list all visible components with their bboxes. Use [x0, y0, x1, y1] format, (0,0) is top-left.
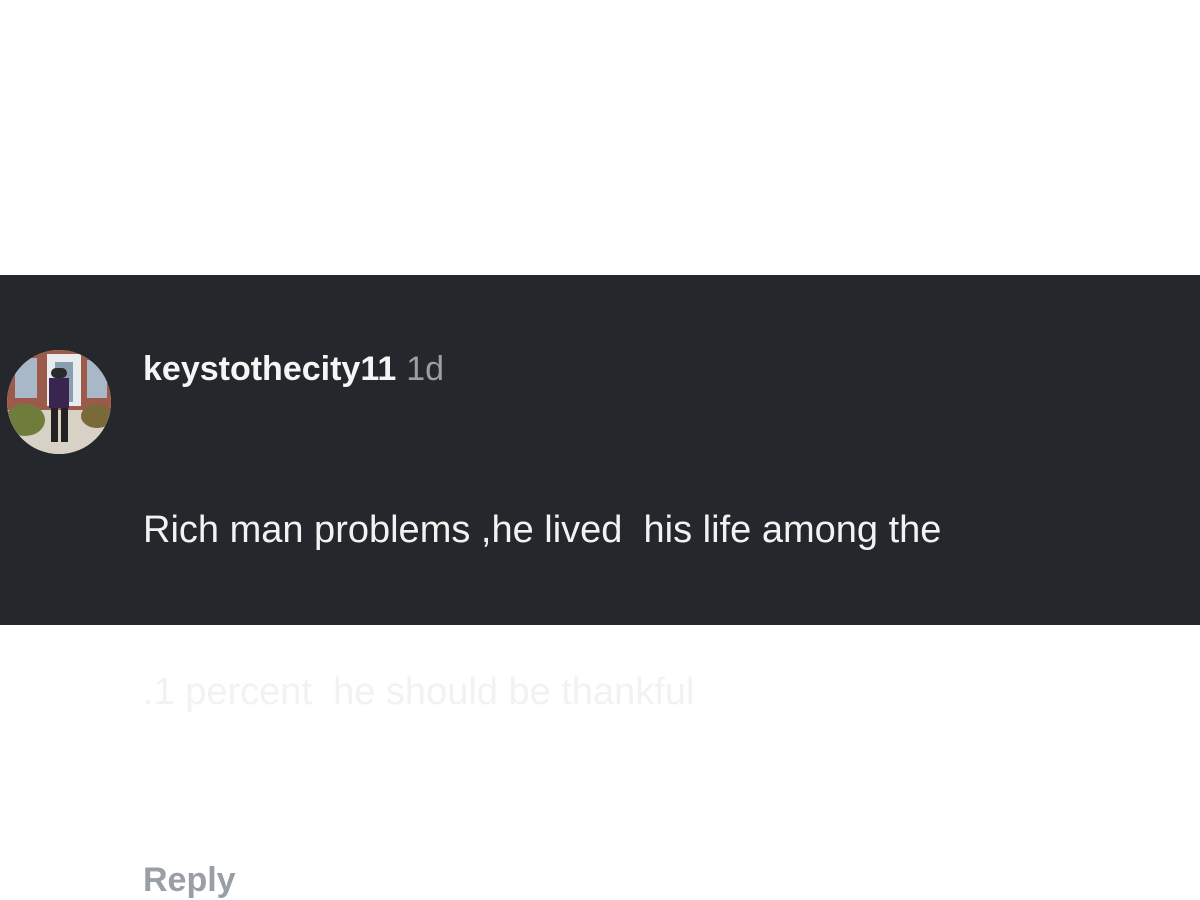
comment-card: keystothecity11 1d Rich man problems ,he … — [0, 275, 1200, 899]
comment-body: keystothecity11 1d Rich man problems ,he … — [143, 347, 1173, 900]
avatar-photo — [7, 350, 111, 454]
comment-header: keystothecity11 1d — [143, 347, 1173, 391]
reply-button[interactable]: Reply — [143, 861, 236, 900]
avatar[interactable] — [7, 350, 111, 454]
comment-text-line: .1 percent he should be thankful — [143, 671, 695, 713]
comment-text: Rich man problems ,he lived his life amo… — [143, 395, 1173, 827]
comment-text-line: Rich man problems ,he lived his life amo… — [143, 509, 942, 551]
comment-timestamp: 1d — [406, 350, 445, 388]
username-link[interactable]: keystothecity11 — [143, 350, 396, 388]
